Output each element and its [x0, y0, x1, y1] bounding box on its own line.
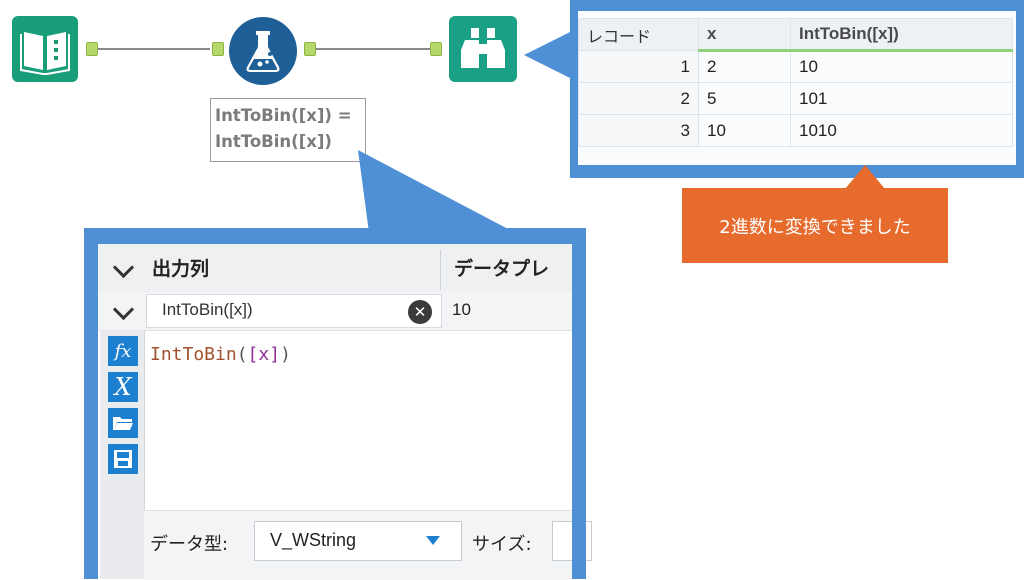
column-header-bin[interactable]: IntToBin([x]): [790, 18, 1013, 52]
column-header-record[interactable]: レコード: [578, 18, 699, 51]
connection-wire: [316, 48, 430, 50]
expr-paren-close: ): [280, 344, 291, 365]
header-divider: [440, 250, 441, 290]
expr-field: [x]: [247, 344, 281, 365]
table-header-row: レコード x IntToBin([x]): [578, 18, 1013, 52]
save-icon[interactable]: [108, 444, 138, 474]
cell-x: 2: [698, 50, 791, 83]
formula-tool[interactable]: [229, 17, 297, 85]
size-label: サイズ:: [472, 534, 532, 555]
input-anchor[interactable]: [212, 42, 224, 56]
clear-icon[interactable]: ✕: [408, 300, 432, 324]
callout-pointer: [524, 30, 574, 80]
note-pointer: [845, 165, 885, 189]
callout-edge: [572, 228, 586, 579]
input-data-tool[interactable]: [12, 16, 78, 82]
data-type-value: V_WString: [270, 530, 357, 550]
book-icon: [20, 32, 70, 75]
binoculars-icon: [461, 28, 505, 68]
result-note: 2進数に変換できました: [682, 188, 948, 263]
cell-x: 5: [698, 82, 791, 115]
fx-icon[interactable]: fx: [108, 336, 138, 366]
expression-editor[interactable]: IntToBin([x]): [150, 344, 291, 365]
record-number: 1: [578, 50, 699, 83]
results-table: レコード x IntToBin([x]) 1 2 10 2 5 101 3 10…: [578, 18, 1013, 147]
cell-bin: 1010: [790, 114, 1013, 147]
output-column-header: 出力列: [152, 258, 210, 280]
caret-down-icon[interactable]: [426, 536, 440, 545]
expr-function: IntToBin: [150, 344, 237, 365]
table-row[interactable]: 1 2 10: [578, 50, 1013, 83]
browse-tool[interactable]: [449, 16, 517, 82]
output-anchor[interactable]: [86, 42, 98, 56]
table-row[interactable]: 3 10 1010: [578, 114, 1013, 147]
open-folder-icon[interactable]: [108, 408, 138, 438]
output-anchor[interactable]: [304, 42, 316, 56]
variable-x-icon[interactable]: X: [108, 372, 138, 402]
data-type-label: データ型:: [150, 534, 229, 555]
expr-paren-open: (: [236, 344, 248, 365]
record-number: 2: [578, 82, 699, 115]
cell-bin: 10: [790, 50, 1013, 83]
record-number: 3: [578, 114, 699, 147]
annotation-line: IntToBin([x]) =: [215, 106, 352, 125]
connection-wire: [98, 48, 210, 50]
input-anchor[interactable]: [430, 42, 442, 56]
cell-x: 10: [698, 114, 791, 147]
column-header-x[interactable]: x: [698, 18, 791, 52]
preview-value: 10: [452, 300, 471, 319]
table-row[interactable]: 2 5 101: [578, 82, 1013, 115]
output-field-value: IntToBin([x]): [162, 300, 253, 319]
flask-icon: [246, 31, 280, 72]
cell-bin: 101: [790, 82, 1013, 115]
data-preview-header: データプレ: [454, 258, 550, 280]
